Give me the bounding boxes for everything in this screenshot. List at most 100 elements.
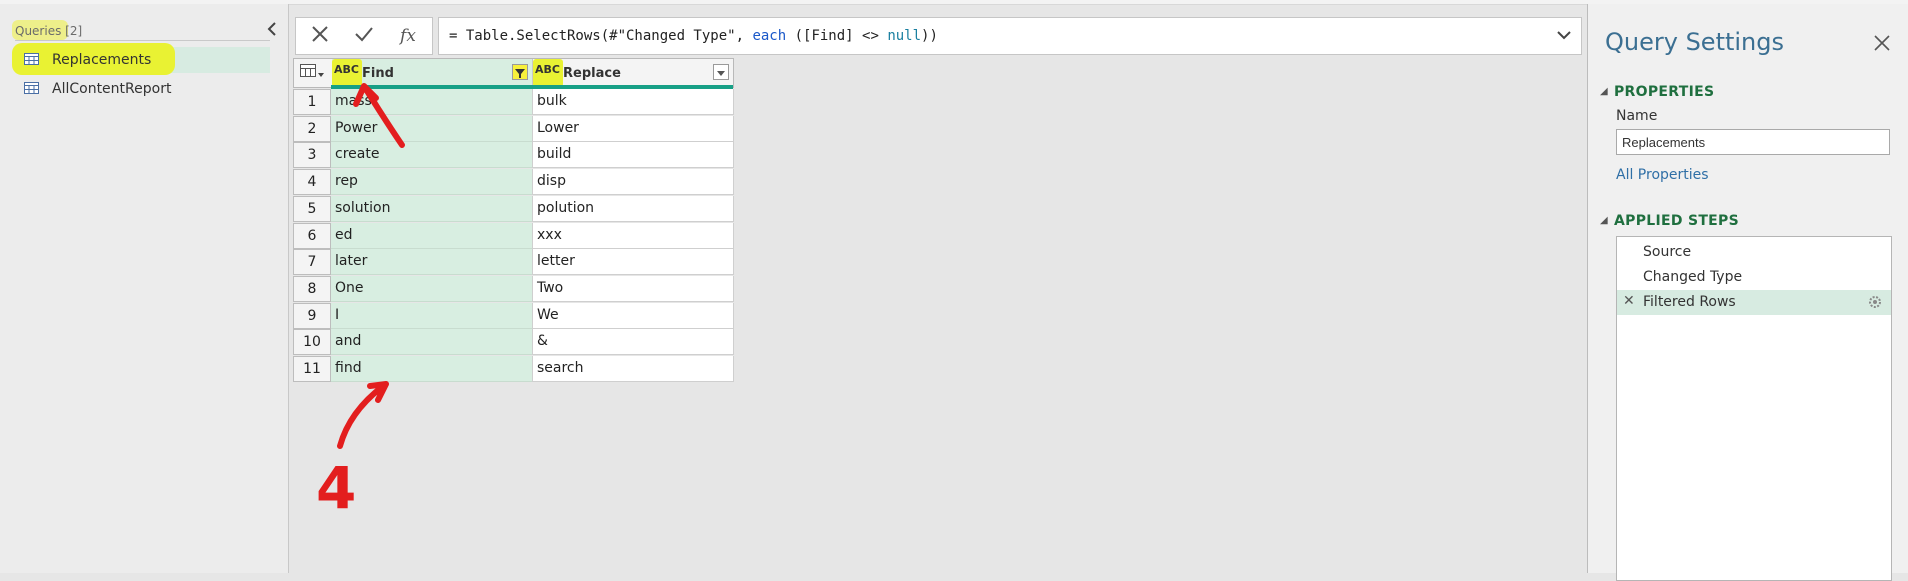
cell-find[interactable]: and <box>331 329 532 356</box>
table-row: 9 I We <box>293 302 734 329</box>
column-header-find[interactable]: ABC Find <box>332 59 533 87</box>
query-settings-pane: Query Settings ◢ PROPERTIES Name All Pro… <box>1587 4 1908 581</box>
table-row: 5 solution polution <box>293 195 734 222</box>
formula-null: null <box>887 28 922 44</box>
row-number[interactable]: 1 <box>293 89 331 115</box>
cell-replace[interactable]: letter <box>532 249 734 276</box>
table-icon <box>300 64 324 77</box>
name-label: Name <box>1616 108 1658 124</box>
properties-header: PROPERTIES <box>1614 84 1715 100</box>
cell-replace[interactable]: Two <box>532 275 734 302</box>
cell-find[interactable]: ed <box>331 222 532 249</box>
column-name: Replace <box>563 66 621 81</box>
queries-separator <box>15 40 270 41</box>
type-abc-icon[interactable]: ABC <box>535 64 560 75</box>
step-source[interactable]: Source <box>1617 240 1891 265</box>
step-filtered-rows[interactable]: ✕ Filtered Rows <box>1617 290 1891 315</box>
cell-replace[interactable]: Lower <box>532 115 734 142</box>
filter-applied-button[interactable] <box>512 64 528 80</box>
name-field[interactable] <box>1616 129 1890 155</box>
delete-step-icon[interactable]: ✕ <box>1623 293 1635 309</box>
queries-pane: Queries [2] Replacements AllContentRepor… <box>0 4 289 573</box>
cell-find[interactable]: rep <box>331 169 532 196</box>
row-number[interactable]: 4 <box>293 169 331 196</box>
cell-find[interactable]: later <box>331 249 532 276</box>
cell-replace[interactable]: disp <box>532 169 734 196</box>
formula-text: = Table.SelectRows(#"Changed Type", each… <box>449 28 938 44</box>
cancel-formula-button[interactable] <box>308 24 332 48</box>
formula-input[interactable]: = Table.SelectRows(#"Changed Type", each… <box>438 17 1582 55</box>
cell-find[interactable]: find <box>331 356 532 382</box>
query-item-replacements[interactable]: Replacements <box>12 43 270 75</box>
cell-find[interactable]: One <box>331 275 532 302</box>
cell-replace[interactable]: polution <box>532 195 734 222</box>
step-label: Filtered Rows <box>1643 294 1736 310</box>
query-item-allcontentreport[interactable]: AllContentReport <box>16 76 270 102</box>
cell-replace[interactable]: build <box>532 142 734 169</box>
row-number[interactable]: 7 <box>293 249 331 276</box>
table-row: 6 ed xxx <box>293 222 734 249</box>
cell-replace[interactable]: & <box>532 329 734 356</box>
cell-replace[interactable]: xxx <box>532 222 734 249</box>
collapse-triangle-icon[interactable]: ◢ <box>1600 86 1608 97</box>
row-number[interactable]: 2 <box>293 115 331 142</box>
step-changed-type[interactable]: Changed Type <box>1617 265 1891 290</box>
collapse-pane-button[interactable] <box>262 20 282 42</box>
grid-header: ABC Find ABC Replace <box>293 58 734 88</box>
table-menu-button[interactable] <box>294 59 333 87</box>
x-icon <box>312 26 328 42</box>
table-row: 4 rep disp <box>293 169 734 196</box>
table-row: 8 One Two <box>293 275 734 302</box>
cell-find[interactable]: create <box>331 142 532 169</box>
cell-find[interactable]: mass <box>331 89 532 115</box>
step-label: Source <box>1643 244 1692 260</box>
row-number[interactable]: 8 <box>293 275 331 302</box>
cell-find[interactable]: Power <box>331 115 532 142</box>
table-row: 11 find search <box>293 356 734 382</box>
column-name: Find <box>362 66 394 81</box>
formula-part: = Table.SelectRows(#"Changed Type", <box>449 28 753 44</box>
chevron-left-icon <box>267 22 276 36</box>
formula-buttons: fx <box>295 17 433 55</box>
annotation-arrow-grid <box>337 381 389 449</box>
formula-part: )) <box>921 28 938 44</box>
cell-replace[interactable]: bulk <box>532 89 734 115</box>
applied-steps-header: APPLIED STEPS <box>1614 213 1739 229</box>
cell-find[interactable]: solution <box>331 195 532 222</box>
all-properties-link[interactable]: All Properties <box>1616 167 1709 183</box>
row-number[interactable]: 9 <box>293 302 331 329</box>
commit-formula-button[interactable] <box>352 24 376 48</box>
row-number[interactable]: 6 <box>293 222 331 249</box>
row-number[interactable]: 5 <box>293 195 331 222</box>
filter-icon <box>515 69 525 78</box>
row-number[interactable]: 11 <box>293 356 331 382</box>
table-icon <box>24 53 39 65</box>
query-label: Replacements <box>52 52 152 68</box>
row-number[interactable]: 3 <box>293 142 331 169</box>
step-label: Changed Type <box>1643 269 1743 285</box>
chevron-down-icon <box>717 71 725 76</box>
query-label: AllContentReport <box>52 81 172 97</box>
queries-header: Queries [2] <box>15 24 83 38</box>
cell-replace[interactable]: search <box>532 356 734 382</box>
formula-part: ([Find] <> <box>786 28 888 44</box>
table-icon <box>24 82 39 94</box>
settings-title: Query Settings <box>1605 28 1785 56</box>
table-row: 3 create build <box>293 142 734 169</box>
row-number[interactable]: 10 <box>293 329 331 356</box>
column-dropdown-button[interactable] <box>713 64 729 80</box>
fx-button[interactable]: fx <box>396 24 420 48</box>
collapse-triangle-icon[interactable]: ◢ <box>1600 215 1608 226</box>
cell-find[interactable]: I <box>331 302 532 329</box>
table-row: 1 mass bulk <box>293 89 734 115</box>
close-icon[interactable] <box>1871 32 1893 54</box>
table-row: 10 and & <box>293 329 734 356</box>
gear-icon[interactable] <box>1867 294 1883 310</box>
annotation-number: 4 <box>316 454 356 522</box>
type-abc-icon[interactable]: ABC <box>334 64 359 75</box>
column-header-replace[interactable]: ABC Replace <box>533 59 733 87</box>
table-row: 2 Power Lower <box>293 115 734 142</box>
check-icon <box>355 27 373 42</box>
chevron-down-icon[interactable] <box>1555 26 1573 44</box>
cell-replace[interactable]: We <box>532 302 734 329</box>
